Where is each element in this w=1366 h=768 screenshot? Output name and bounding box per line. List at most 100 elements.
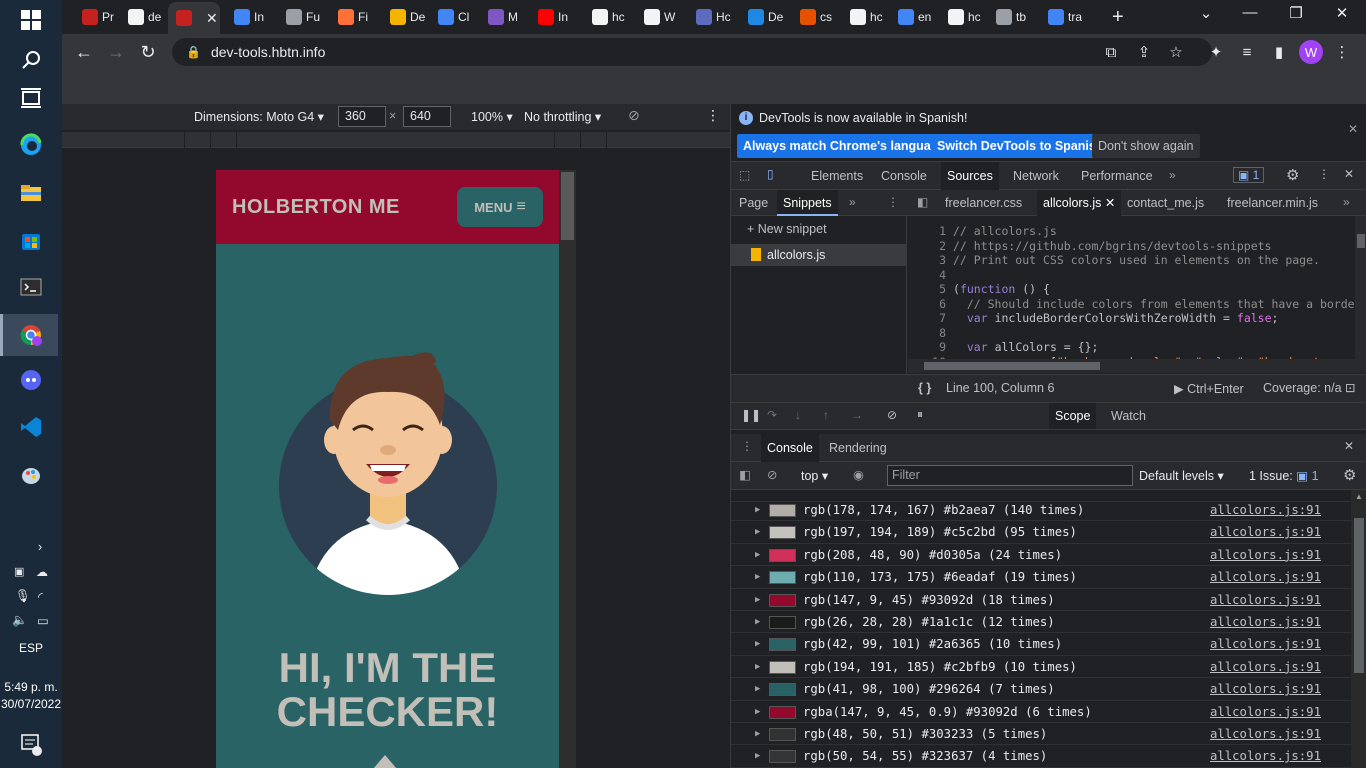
- clock-date[interactable]: 30/07/2022: [0, 697, 62, 711]
- browser-tab[interactable]: W: [636, 4, 682, 30]
- code-editor[interactable]: 1 // allcolors.js 2 // https://github.com/b…: [908, 216, 1366, 361]
- terminal-icon[interactable]: [11, 269, 51, 305]
- edge-icon[interactable]: [11, 127, 51, 163]
- language-indicator[interactable]: ESP: [0, 641, 62, 655]
- media-query-ruler[interactable]: [62, 132, 730, 148]
- zoom-dropdown[interactable]: 100% ▾: [471, 109, 513, 124]
- snippet-item[interactable]: allcolors.js: [731, 244, 907, 266]
- tab-page[interactable]: Page: [733, 190, 774, 216]
- devtools-tab[interactable]: Sources: [941, 162, 999, 190]
- deactivate-breakpoints-icon[interactable]: ⊘: [887, 408, 897, 422]
- back-button[interactable]: ←: [72, 40, 96, 64]
- forward-button[interactable]: →: [104, 40, 128, 64]
- browser-tab[interactable]: Fi: [330, 4, 376, 30]
- browser-tab[interactable]: In: [530, 4, 576, 30]
- console-scrollbar-thumb[interactable]: [1354, 518, 1364, 673]
- step-over-icon[interactable]: ↷: [767, 408, 777, 422]
- profile-avatar[interactable]: W: [1299, 40, 1323, 64]
- coverage-icon[interactable]: ⊡: [1345, 380, 1355, 395]
- console-message[interactable]: ▶ rgb(48, 50, 51) #303233 (5 times) allcol…: [731, 723, 1351, 746]
- console-message[interactable]: ▶ rgb(147, 9, 45) #93092d (18 times) allco…: [731, 589, 1351, 611]
- devtools-tab[interactable]: Elements: [805, 162, 869, 190]
- vscode-icon[interactable]: [11, 409, 51, 445]
- source-link[interactable]: allcolors.js:91: [1210, 656, 1321, 678]
- browser-tab[interactable]: M: [480, 4, 526, 30]
- source-link[interactable]: allcolors.js:91: [1210, 633, 1321, 655]
- console-message[interactable]: ▶ rgb(26, 28, 28) #1a1c1c (12 times) allco…: [731, 611, 1351, 634]
- battery-icon[interactable]: ▭: [37, 613, 49, 628]
- expand-triangle-icon[interactable]: ▶: [755, 701, 760, 723]
- pause-on-exceptions-icon[interactable]: ⏸: [917, 407, 923, 422]
- paint-icon[interactable]: [11, 457, 51, 493]
- step-out-icon[interactable]: ↑: [823, 408, 829, 422]
- browser-tab[interactable]: de: [120, 4, 166, 30]
- clock-time[interactable]: 5:49 p. m.: [0, 680, 62, 694]
- console-message[interactable]: ▶ rgb(50, 54, 55) #323637 (4 times) allcol…: [731, 745, 1351, 768]
- browser-tab[interactable]: ✕: [168, 2, 220, 34]
- code-line[interactable]: 8: [908, 326, 1366, 341]
- console-message[interactable]: ▶ rgb(42, 99, 101) #2a6365 (10 times) allc…: [731, 633, 1351, 656]
- source-link[interactable]: allcolors.js:91: [1210, 544, 1321, 566]
- throttling-dropdown[interactable]: No throttling ▾: [524, 109, 601, 124]
- code-line[interactable]: 2 // https://github.com/bgrins/devtools-s…: [908, 239, 1366, 254]
- drawer-menu-icon[interactable]: ⋮: [741, 439, 753, 453]
- code-line[interactable]: 4: [908, 268, 1366, 283]
- devtools-tab[interactable]: Console: [875, 162, 933, 190]
- pause-icon[interactable]: ❚❚: [741, 408, 761, 422]
- expand-triangle-icon[interactable]: ▶: [755, 566, 760, 588]
- tab-search-icon[interactable]: ⌄: [1186, 4, 1226, 28]
- snippet-filename[interactable]: allcolors.js: [767, 248, 825, 262]
- step-icon[interactable]: →: [851, 408, 863, 422]
- issues-badge[interactable]: ▣ 1: [1233, 167, 1265, 183]
- file-tab[interactable]: allcolors.js ✕: [1037, 190, 1122, 216]
- console-message[interactable]: ▶ rgb(197, 194, 189) #c5c2bd (95 times) al…: [731, 521, 1351, 544]
- browser-tab[interactable]: De: [740, 4, 786, 30]
- chrome-menu-icon[interactable]: ⋮: [1332, 42, 1352, 62]
- extensions-icon[interactable]: ✦: [1206, 42, 1226, 62]
- expand-triangle-icon[interactable]: ▶: [755, 723, 760, 745]
- reload-button[interactable]: ↻: [136, 40, 160, 64]
- browser-tab[interactable]: In: [226, 4, 272, 30]
- source-link[interactable]: allcolors.js:91: [1210, 723, 1321, 745]
- address-bar[interactable]: 🔒 dev-tools.hbtn.info: [172, 38, 1212, 66]
- log-levels-dropdown[interactable]: Default levels ▾: [1139, 468, 1224, 483]
- meet-now-icon[interactable]: ▣: [14, 565, 24, 578]
- store-icon[interactable]: [11, 222, 51, 258]
- editor-hscroll-thumb[interactable]: [924, 362, 1100, 370]
- inspect-element-icon[interactable]: ⬚: [739, 168, 750, 182]
- expand-triangle-icon[interactable]: ▶: [755, 678, 760, 700]
- volume-icon[interactable]: 🔈: [12, 613, 28, 628]
- console-scrollbar[interactable]: ▲: [1351, 490, 1366, 768]
- close-file-tab-icon[interactable]: ✕: [1101, 196, 1115, 210]
- side-panel-icon[interactable]: ▮: [1269, 42, 1289, 62]
- browser-tab[interactable]: cs: [792, 4, 838, 30]
- close-window-button[interactable]: ✕: [1322, 4, 1362, 28]
- site-logo[interactable]: HOLBERTON ME: [232, 196, 400, 219]
- device-more-options-icon[interactable]: ⋮: [706, 107, 720, 124]
- tab-snippets[interactable]: Snippets: [777, 190, 838, 216]
- browser-tab[interactable]: tra: [1040, 4, 1086, 30]
- source-link[interactable]: allcolors.js:91: [1210, 745, 1321, 767]
- code-line[interactable]: 5 (function () {: [908, 282, 1366, 297]
- file-tab[interactable]: contact_me.js: [1121, 190, 1210, 216]
- share-icon[interactable]: ⇪: [1134, 42, 1154, 62]
- page-scrollbar-thumb[interactable]: [561, 172, 574, 240]
- console-filter-input[interactable]: Filter: [887, 465, 1133, 486]
- expand-triangle-icon[interactable]: ▶: [755, 745, 760, 767]
- console-message[interactable]: ▶ rgb(194, 191, 185) #c2bfb9 (10 times) al…: [731, 656, 1351, 679]
- browser-tab[interactable]: Cl: [430, 4, 476, 30]
- restore-button[interactable]: ❐: [1276, 4, 1316, 28]
- discord-icon[interactable]: [11, 362, 51, 398]
- code-line[interactable]: 6 // Should include colors from elements…: [908, 297, 1366, 312]
- file-explorer-icon[interactable]: [11, 175, 51, 211]
- dont-show-again-button[interactable]: Don't show again: [1092, 134, 1200, 158]
- editor-vertical-scrollbar[interactable]: [1355, 216, 1366, 359]
- device-width-input[interactable]: 360: [338, 106, 386, 127]
- settings-gear-icon[interactable]: ⚙: [1286, 166, 1299, 184]
- url-text[interactable]: dev-tools.hbtn.info: [211, 44, 325, 60]
- menu-button[interactable]: MENU ≡: [457, 187, 543, 227]
- browser-tab[interactable]: hc: [584, 4, 630, 30]
- new-snippet-button[interactable]: + New snippet: [747, 222, 827, 236]
- code-line[interactable]: 7 var includeBorderColorsWithZeroWidth =…: [908, 311, 1366, 326]
- minimize-button[interactable]: —: [1230, 4, 1270, 28]
